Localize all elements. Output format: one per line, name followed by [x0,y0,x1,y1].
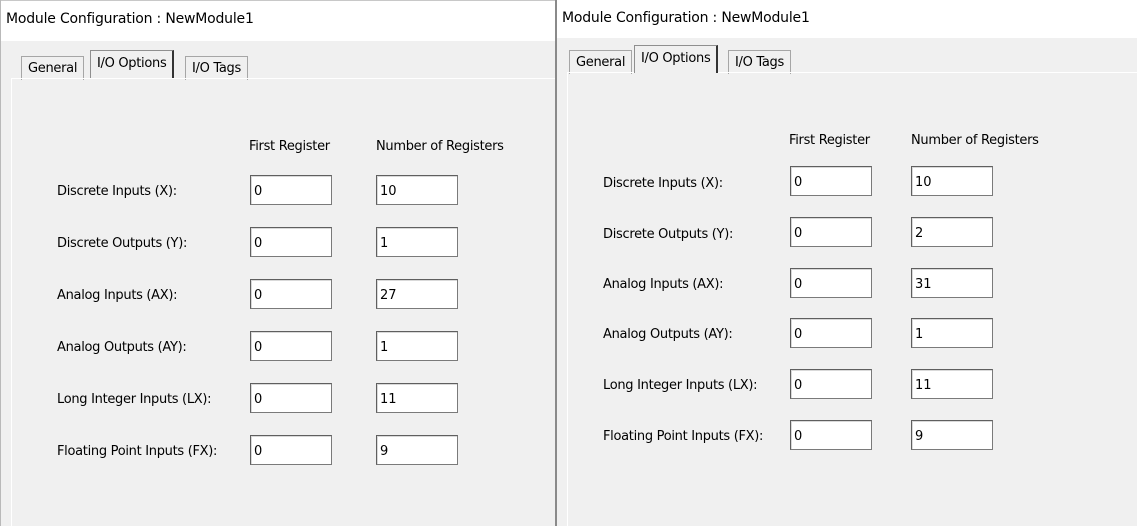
floating-point-inputs-first-register-field[interactable] [250,435,332,465]
long-integer-inputs-first-register-field[interactable] [250,383,332,413]
label-discrete-inputs: Discrete Inputs (X): [603,176,723,191]
label-long-integer-inputs: Long Integer Inputs (LX): [57,392,212,407]
floating-point-inputs-number-field[interactable] [911,420,993,450]
column-header-number-of-registers: Number of Registers [911,133,1039,148]
analog-inputs-number-field[interactable] [911,268,993,298]
label-long-integer-inputs: Long Integer Inputs (LX): [603,378,758,393]
column-header-number-of-registers: Number of Registers [376,139,504,154]
discrete-outputs-number-field[interactable] [376,227,458,257]
module-configuration-window-1: Module Configuration : NewModule1 Genera… [0,0,556,526]
label-analog-inputs: Analog Inputs (AX): [57,288,178,303]
module-configuration-window-2: Module Configuration : NewModule1 Genera… [556,0,1137,526]
analog-outputs-first-register-field[interactable] [250,331,332,361]
window-title: Module Configuration : NewModule1 [562,10,810,26]
discrete-outputs-first-register-field[interactable] [250,227,332,257]
analog-inputs-first-register-field[interactable] [790,268,872,298]
label-floating-point-inputs: Floating Point Inputs (FX): [603,429,764,444]
long-integer-inputs-number-field[interactable] [376,383,458,413]
long-integer-inputs-first-register-field[interactable] [790,369,872,399]
floating-point-inputs-number-field[interactable] [376,435,458,465]
analog-outputs-first-register-field[interactable] [790,318,872,348]
tab-io-options[interactable]: I/O Options [634,45,719,73]
column-header-first-register: First Register [249,139,330,154]
analog-inputs-first-register-field[interactable] [250,279,332,309]
tab-io-tags[interactable]: I/O Tags [185,56,248,80]
label-analog-inputs: Analog Inputs (AX): [603,277,724,292]
tab-io-tags[interactable]: I/O Tags [728,50,791,74]
discrete-inputs-number-field[interactable] [911,166,993,196]
floating-point-inputs-first-register-field[interactable] [790,420,872,450]
label-analog-outputs: Analog Outputs (AY): [603,327,733,342]
label-discrete-outputs: Discrete Outputs (Y): [603,227,734,242]
discrete-inputs-first-register-field[interactable] [790,166,872,196]
analog-outputs-number-field[interactable] [911,318,993,348]
discrete-inputs-number-field[interactable] [376,175,458,205]
label-floating-point-inputs: Floating Point Inputs (FX): [57,444,218,459]
window-title-bar: Module Configuration : NewModule1 [557,0,1137,38]
discrete-inputs-first-register-field[interactable] [250,175,332,205]
analog-outputs-number-field[interactable] [376,331,458,361]
tab-io-options[interactable]: I/O Options [90,50,175,78]
discrete-outputs-first-register-field[interactable] [790,217,872,247]
tab-general[interactable]: General [569,50,633,74]
label-discrete-outputs: Discrete Outputs (Y): [57,236,188,251]
analog-inputs-number-field[interactable] [376,279,458,309]
label-analog-outputs: Analog Outputs (AY): [57,340,187,355]
discrete-outputs-number-field[interactable] [911,217,993,247]
window-title-bar: Module Configuration : NewModule1 [1,0,555,41]
column-header-first-register: First Register [789,133,870,148]
long-integer-inputs-number-field[interactable] [911,369,993,399]
window-title: Module Configuration : NewModule1 [6,11,254,27]
label-discrete-inputs: Discrete Inputs (X): [57,184,177,199]
tab-general[interactable]: General [21,56,85,80]
